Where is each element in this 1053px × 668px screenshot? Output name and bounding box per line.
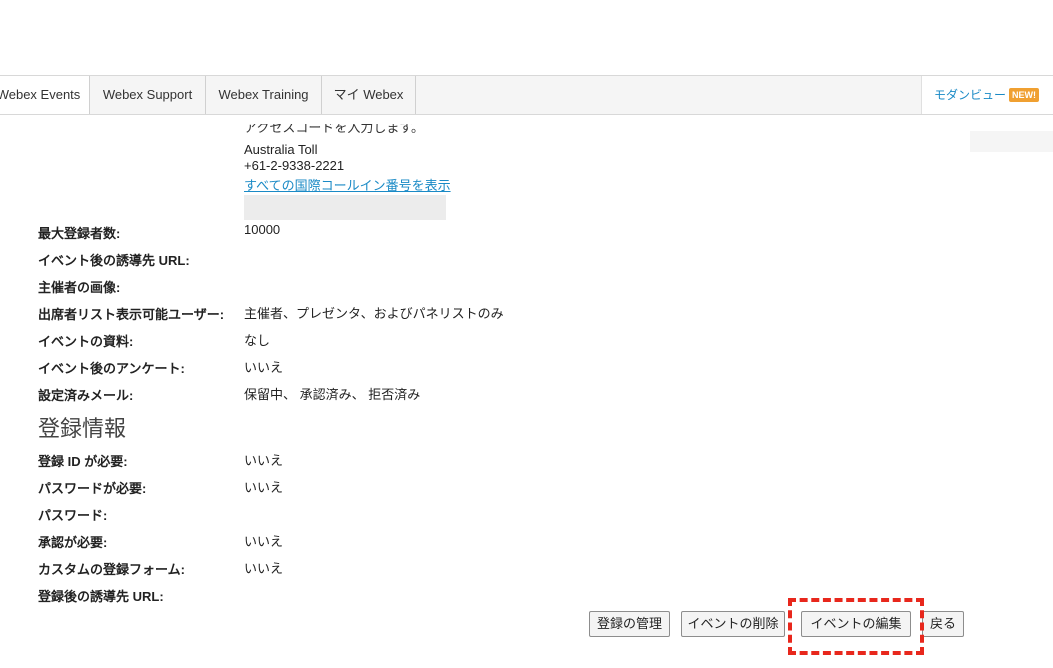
tab-webex-events[interactable]: Webex Events xyxy=(0,76,90,114)
event-materials-value: なし xyxy=(244,333,271,348)
registration-info-heading: 登録情報 xyxy=(38,416,127,441)
custom-registration-form-value: いいえ xyxy=(244,561,284,576)
tab-webex-training[interactable]: Webex Training xyxy=(206,76,322,114)
top-tab-bar: Webex Events Webex Support Webex Trainin… xyxy=(0,75,1053,115)
configured-emails-value: 保留中、 承認済み、 拒否済み xyxy=(244,387,421,402)
event-materials-label: イベントの資料: xyxy=(38,334,134,349)
manage-registration-button[interactable]: 登録の管理 xyxy=(589,611,670,637)
approval-required-label: 承認が必要: xyxy=(38,535,108,550)
registration-id-required-label: 登録 ID が必要: xyxy=(38,454,128,469)
attendee-list-visibility-value: 主催者、プレゼンタ、およびパネリストのみ xyxy=(244,306,504,321)
approval-required-value: いいえ xyxy=(244,534,284,549)
password-required-value: いいえ xyxy=(244,480,284,495)
post-event-survey-label: イベント後のアンケート: xyxy=(38,361,185,376)
back-button[interactable]: 戻る xyxy=(922,611,964,637)
call-in-number-label: Australia Toll xyxy=(244,142,318,157)
password-required-label: パスワードが必要: xyxy=(38,481,147,496)
call-in-number: +61-2-9338-2221 xyxy=(244,158,345,173)
post-registration-url-label: 登録後の誘導先 URL: xyxy=(38,589,164,604)
edit-event-button[interactable]: イベントの編集 xyxy=(801,611,911,637)
attendee-list-visibility-label: 出席者リスト表示可能ユーザー: xyxy=(38,307,225,322)
max-registrants-value: 10000 xyxy=(244,222,281,237)
blank-field xyxy=(244,195,446,220)
right-side-panel xyxy=(970,131,1053,152)
registration-id-required-value: いいえ xyxy=(244,453,284,468)
all-call-in-numbers-link[interactable]: すべての国際コールイン番号を表示 xyxy=(244,175,451,194)
post-event-survey-value: いいえ xyxy=(244,360,284,375)
modern-view-link[interactable]: モダンビュー xyxy=(934,86,1006,103)
custom-registration-form-label: カスタムの登録フォーム: xyxy=(38,562,185,577)
host-image-label: 主催者の画像: xyxy=(38,280,121,295)
delete-event-button[interactable]: イベントの削除 xyxy=(681,611,785,637)
password-label: パスワード: xyxy=(38,508,108,523)
modern-view-area: モダンビュー NEW! xyxy=(921,76,1053,114)
configured-emails-label: 設定済みメール: xyxy=(38,388,134,403)
tab-webex-support[interactable]: Webex Support xyxy=(90,76,206,114)
max-registrants-label: 最大登録者数: xyxy=(38,226,121,241)
post-event-url-label: イベント後の誘導先 URL: xyxy=(38,253,190,268)
new-badge: NEW! xyxy=(1009,88,1039,102)
tab-my-webex[interactable]: マイ Webex xyxy=(322,76,416,114)
access-code-instruction: アクセスコードを入力します。 xyxy=(244,124,425,135)
